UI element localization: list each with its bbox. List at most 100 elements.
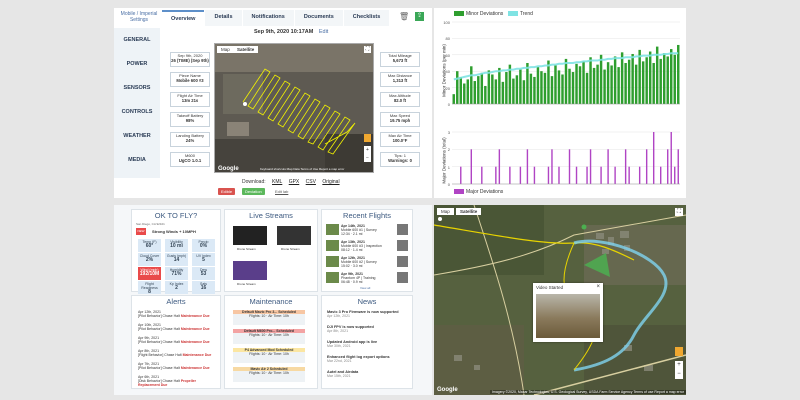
- recent-flight-item[interactable]: Apr 14th, 2021 Mobile 600 #1 | Survey 12:3…: [326, 223, 408, 237]
- fullscreen-icon[interactable]: ⛶: [675, 208, 683, 216]
- minor-deviation-bar: [459, 76, 462, 104]
- map-tab-satellite[interactable]: Satellite: [233, 46, 259, 53]
- weather-summary: Strong Winds + 10MPH: [152, 229, 196, 234]
- minor-deviation-bar: [550, 76, 554, 104]
- alert-status: Maintenance Due: [182, 353, 212, 357]
- recent-flight-item[interactable]: Apr 12th, 2021 Mobile 600 #2 | Survey 15:0…: [326, 255, 408, 269]
- minor-deviation-bar: [578, 66, 582, 104]
- news-item[interactable]: Autel and Airdata Mar 15th, 2021: [327, 370, 409, 378]
- status-badge: NEW: [136, 228, 146, 235]
- minor-deviation-bar: [645, 57, 648, 104]
- map-attribution[interactable]: Imagery ©2020, Maxar Technologies, U.S. …: [489, 390, 686, 394]
- minor-deviation-bar: [505, 72, 508, 104]
- flight-path-map[interactable]: Google Map Satellite ⛶ + − Keyboard short…: [214, 43, 374, 173]
- edit-lab-link[interactable]: Edit lab: [275, 189, 288, 194]
- info-box-tips[interactable]: Tips: 1 Warnings: 0: [380, 152, 420, 167]
- sidebar-item-controls[interactable]: CONTROLS: [114, 100, 160, 124]
- sidebar-item-general[interactable]: GENERAL: [114, 28, 160, 52]
- major-deviation-bar: [624, 149, 627, 184]
- minor-deviation-bar: [564, 58, 568, 104]
- major-deviation-bar: [519, 166, 522, 184]
- minor-deviation-bar: [599, 54, 603, 104]
- tab-details[interactable]: Details: [205, 10, 242, 26]
- major-deviation-bar: [586, 166, 588, 184]
- minor-deviation-bar: [470, 66, 473, 104]
- major-deviation-bar: [674, 166, 676, 184]
- maintenance-card: Maintenance Default Mavic Pro 3... Sched…: [224, 295, 318, 389]
- trash-icon[interactable]: 🗑: [399, 12, 409, 21]
- pegman-icon[interactable]: [675, 347, 683, 356]
- minor-deviation-bar: [596, 64, 599, 104]
- maintenance-item[interactable]: Mavic Air 2 Scheduled Flights: 10 · Air T…: [233, 367, 305, 382]
- stream-thumbnail[interactable]: [277, 226, 311, 245]
- minor-deviation-bar: [666, 56, 669, 104]
- edible-badge[interactable]: Edible: [218, 188, 236, 195]
- news-item[interactable]: Enhanced flight log export options Mar 22…: [327, 355, 409, 363]
- video-popup[interactable]: Video Started ×: [533, 283, 603, 342]
- share-icon[interactable]: ⇪: [415, 12, 424, 21]
- deviation-badge[interactable]: Deviation: [242, 188, 265, 195]
- pegman-icon[interactable]: [364, 134, 371, 142]
- alert-item[interactable]: Apr 7th, 2021 [Pilot Behavior] Chase Halt…: [138, 362, 218, 370]
- sidebar-item-media[interactable]: MEDIA: [114, 148, 160, 172]
- close-icon[interactable]: ×: [596, 284, 600, 290]
- view-all-link[interactable]: View all: [360, 286, 370, 290]
- fullscreen-icon[interactable]: ⛶: [364, 46, 371, 53]
- download-gpx-link[interactable]: GPX: [289, 179, 300, 185]
- weather-cell: Gusts (mph) 14: [165, 253, 188, 266]
- map-tab-map[interactable]: Map: [217, 46, 234, 53]
- zoom-controls[interactable]: + −: [675, 361, 683, 379]
- tab-checklists[interactable]: Checklists: [343, 10, 390, 26]
- news-item[interactable]: Updated Android app is live Mar 30th, 202…: [327, 340, 409, 348]
- tab-documents[interactable]: Documents: [294, 10, 343, 26]
- maintenance-item[interactable]: P4 Advanced Mod Scheduled Flights: 10 · A…: [233, 348, 305, 363]
- news-item-date: Mar 30th, 2021: [327, 344, 351, 348]
- minor-deviation-bar: [624, 63, 627, 104]
- recent-flight-item[interactable]: Apr 9th, 2021 Phantom 4P | Training 06:48 …: [326, 271, 408, 285]
- edit-link[interactable]: Edit: [319, 29, 328, 35]
- zoom-controls[interactable]: + −: [364, 146, 371, 162]
- minor-deviation-bar: [662, 53, 666, 104]
- satellite-map-panel[interactable]: Map Satellite ⛶ + − Video Started × Googl…: [434, 205, 686, 395]
- minor-deviation-bar: [452, 94, 455, 104]
- alert-text: [Pilot Behavior] Chase Halt: [138, 340, 180, 344]
- news-item[interactable]: DJI FPV is now supported Apr 8th, 2021: [327, 325, 409, 333]
- map-tab-satellite[interactable]: Satellite: [456, 208, 482, 215]
- google-logo: Google: [437, 387, 458, 393]
- tab-notifications[interactable]: Notifications: [242, 10, 294, 26]
- minor-deviation-bar: [610, 65, 613, 104]
- alert-item[interactable]: Apr 6th, 2021 [Disk Behavior] Chase Halt …: [138, 375, 218, 387]
- minor-deviation-bar: [512, 78, 515, 104]
- minor-deviation-bar: [585, 72, 589, 104]
- download-kml-link[interactable]: KML: [272, 179, 282, 185]
- tab-overview[interactable]: Overview: [162, 10, 205, 26]
- map-tab-map[interactable]: Map: [437, 208, 454, 215]
- weather-cell-value: 53: [200, 271, 207, 277]
- maintenance-item[interactable]: Default M600 Pro... Scheduled Flights: 10…: [233, 329, 305, 344]
- news-item[interactable]: Mavic 3 Pro Firmware is now supported Apr…: [327, 310, 409, 318]
- sidebar-item-sensors[interactable]: SENSORS: [114, 76, 160, 100]
- breadcrumb[interactable]: Mobile / Imperial Settings: [118, 11, 160, 23]
- alerts-title: Alerts: [166, 297, 186, 306]
- alert-item[interactable]: Apr 10th, 2021 [Pilot Behavior] Chase Hal…: [138, 323, 218, 331]
- sidebar-item-power[interactable]: POWER: [114, 52, 160, 76]
- alert-item[interactable]: Apr 8th, 2021 [Flight Behavior] Chase Hal…: [138, 349, 218, 357]
- weather-cell-value: 14: [173, 257, 180, 263]
- minor-deviation-bar: [487, 70, 491, 104]
- alert-item[interactable]: Apr 12th, 2021 [Pilot Behavior] Chase Hal…: [138, 310, 218, 318]
- download-csv-link[interactable]: CSV: [306, 179, 316, 185]
- video-thumbnail[interactable]: [536, 294, 600, 338]
- info-box-aircraft: M600 UgCO 1.0.1: [170, 152, 210, 167]
- minor-deviation-bar: [617, 67, 620, 104]
- alert-item[interactable]: Apr 9th, 2021 [Pilot Behavior] Chase Halt…: [138, 336, 218, 344]
- minor-deviation-bar: [561, 74, 564, 104]
- stream-thumbnail[interactable]: [233, 226, 267, 245]
- recent-flight-item[interactable]: Apr 13th, 2021 Mobile 600 #3 | Inspection…: [326, 239, 408, 253]
- flight-date-header: Sep 9th, 2020 10:17AM Edit: [254, 29, 328, 35]
- maintenance-item[interactable]: Default Mavic Pro 3... Scheduled Flights:…: [233, 310, 305, 325]
- stream-thumbnail[interactable]: [233, 261, 267, 280]
- download-original-link[interactable]: Original: [322, 179, 339, 185]
- sidebar-item-weather[interactable]: WEATHER: [114, 124, 160, 148]
- weather-cell-value: 2: [175, 285, 178, 291]
- weather-cell: Flight Readiness 8: [138, 281, 161, 295]
